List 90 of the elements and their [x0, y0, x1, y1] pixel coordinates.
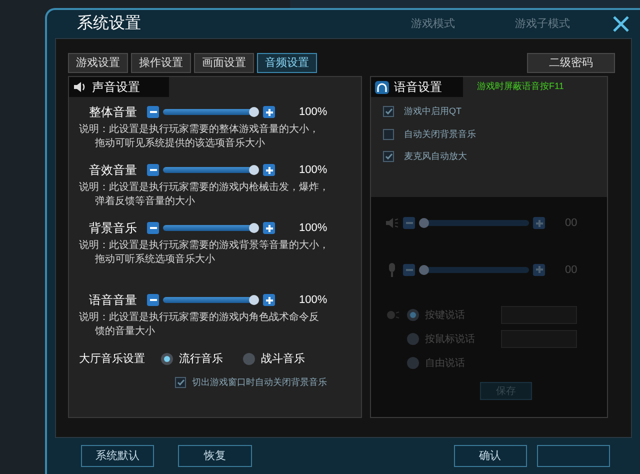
- minus-button[interactable]: [147, 164, 159, 176]
- slider-track[interactable]: [163, 107, 259, 117]
- tab[interactable]: 画面设置: [194, 53, 254, 73]
- checkbox-label: 麦克风自动放大: [404, 150, 467, 163]
- minus-icon: [150, 299, 156, 301]
- description-text: 馈的音量大小: [94, 325, 156, 339]
- tab[interactable]: 音频设置: [257, 53, 317, 73]
- slider-label: 整体音量: [89, 104, 138, 121]
- radio-label: 按键说话: [425, 308, 466, 322]
- plus-icon: [266, 296, 272, 304]
- minus-icon: [406, 268, 412, 271]
- description-text: 说明：此设置是执行玩家需要的游戏内枪械击发，爆炸，: [79, 181, 330, 195]
- slider-thumb[interactable]: [249, 165, 259, 175]
- lobby-music-label: 大厅音乐设置: [79, 352, 145, 367]
- checkbox[interactable]: [175, 376, 186, 388]
- radio-label: 流行音乐: [179, 352, 223, 367]
- slider-value: 100%: [299, 104, 328, 120]
- slider-track[interactable]: [163, 165, 259, 175]
- slider-value: 00: [565, 262, 578, 278]
- plus-button[interactable]: [263, 164, 275, 176]
- description-text: 弹着反馈等音量的大小: [94, 195, 196, 209]
- radio-label: 按鼠标说话: [425, 332, 476, 346]
- panel-title: 声音设置: [92, 79, 140, 96]
- description-text: 拖动可听见系统提供的该选项音乐大小: [94, 137, 266, 151]
- panel-title: 语音设置: [394, 79, 442, 96]
- hint-text: 游戏时屏蔽语音按F11: [477, 80, 564, 94]
- slider-label: 音效音量: [89, 162, 138, 179]
- minus-button[interactable]: [147, 294, 159, 306]
- plus-icon: [266, 166, 272, 174]
- slider-thumb[interactable]: [249, 223, 259, 233]
- plus-icon: [536, 266, 542, 274]
- slider-value: 100%: [299, 220, 328, 236]
- secondary-password-button[interactable]: 二级密码: [527, 53, 615, 73]
- footer-button[interactable]: 确认: [454, 445, 527, 467]
- radio-button[interactable]: [407, 333, 419, 345]
- headphones-icon: [375, 80, 389, 94]
- plus-button[interactable]: [263, 106, 275, 118]
- close-icon: [612, 15, 630, 33]
- plus-icon: [536, 220, 542, 227]
- checkbox[interactable]: [383, 128, 394, 140]
- background-label: 游戏模式: [411, 16, 455, 32]
- check-icon: [384, 108, 392, 116]
- footer-button[interactable]: 恢复: [178, 445, 252, 467]
- slider-value: 100%: [299, 162, 328, 178]
- slider-track[interactable]: [419, 264, 529, 275]
- description-text: 说明：此设置是执行玩家需要的游戏背景等音量的大小，: [79, 239, 330, 253]
- plus-icon: [266, 108, 272, 116]
- minus-icon: [150, 227, 156, 229]
- slider-label: 语音音量: [89, 292, 138, 309]
- window-title: 系统设置: [77, 14, 141, 34]
- speaker-icon: [73, 81, 87, 93]
- footer-button[interactable]: [536, 445, 610, 467]
- slider-thumb[interactable]: [249, 107, 259, 117]
- check-icon: [176, 378, 184, 386]
- radio-button[interactable]: [161, 353, 173, 366]
- radio-button[interactable]: [407, 309, 419, 321]
- minus-icon: [406, 222, 412, 224]
- megaphone-icon: [386, 310, 400, 320]
- minus-icon: [150, 111, 156, 113]
- checkbox-label: 游戏中启用QT: [404, 105, 462, 118]
- speaker-icon: [385, 217, 399, 230]
- check-icon: [384, 153, 392, 160]
- slider-value: 00: [565, 216, 578, 231]
- slider-value: 100%: [299, 292, 328, 308]
- slider-label: 背景音乐: [89, 220, 138, 237]
- slider-track[interactable]: [163, 295, 259, 305]
- minus-button[interactable]: [147, 106, 159, 118]
- checkbox-label: 自动关闭背景音乐: [404, 128, 476, 140]
- tab[interactable]: 操作设置: [131, 53, 191, 73]
- tab[interactable]: 游戏设置: [68, 53, 128, 73]
- checkbox[interactable]: [383, 151, 394, 162]
- description-text: 拖动可听系统选项音乐大小: [94, 253, 216, 267]
- radio-button[interactable]: [407, 357, 419, 369]
- footer-button[interactable]: 系统默认: [81, 445, 154, 467]
- plus-button[interactable]: [263, 294, 275, 306]
- slider-track[interactable]: [419, 218, 529, 228]
- plus-icon: [266, 224, 272, 232]
- radio-label: 战斗音乐: [261, 352, 305, 367]
- minus-icon: [150, 169, 156, 171]
- radio-label: 自由说话: [425, 356, 466, 370]
- checkbox-label: 切出游戏窗口时自动关闭背景音乐: [192, 376, 327, 388]
- slider-thumb[interactable]: [249, 295, 259, 305]
- description-text: 说明：此设置是执行玩家需要的整体游戏音量的大小，: [79, 123, 320, 137]
- plus-button[interactable]: [263, 222, 275, 234]
- background-label: 游戏子模式: [515, 16, 570, 32]
- radio-button[interactable]: [243, 353, 255, 366]
- slider-track[interactable]: [163, 223, 259, 233]
- checkbox[interactable]: [383, 106, 394, 118]
- minus-button[interactable]: [147, 222, 159, 234]
- description-text: 说明：此设置是执行玩家需要的游戏内角色战术命令反: [79, 311, 320, 325]
